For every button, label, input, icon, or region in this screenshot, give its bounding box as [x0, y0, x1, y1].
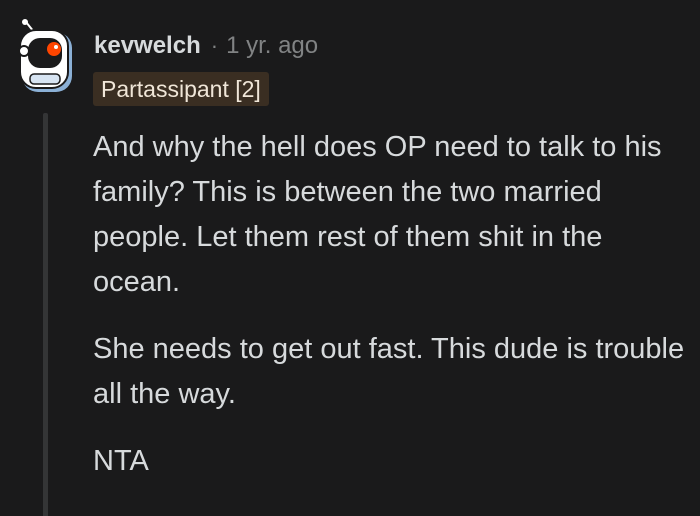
comment-body: And why the hell does OP need to talk to… [93, 125, 688, 506]
comment-paragraph: NTA [93, 445, 149, 477]
user-avatar[interactable] [14, 18, 76, 96]
separator-dot: · [210, 33, 219, 58]
username-link[interactable]: kevwelch [94, 32, 201, 60]
comment-header: kevwelch · 1 yr. ago [94, 28, 318, 64]
user-flair: Partassipant [2] [93, 72, 269, 106]
snoo-robot-avatar-icon [18, 19, 72, 92]
comment-paragraph: She needs to get out fast. This dude is … [93, 333, 685, 410]
thread-collapse-line[interactable] [43, 113, 48, 516]
comment-paragraph: And why the hell does OP need to talk to… [93, 131, 662, 298]
timestamp-link[interactable]: 1 yr. ago [226, 32, 318, 60]
